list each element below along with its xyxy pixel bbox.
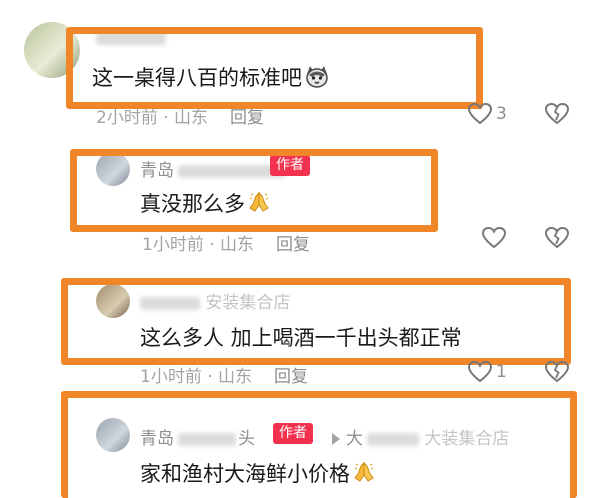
broken-heart-icon[interactable] — [544, 102, 570, 126]
reply-button[interactable]: 回复 — [230, 108, 264, 128]
like-count: 1 — [496, 362, 507, 382]
like-count: 3 — [496, 104, 507, 124]
broken-heart-icon[interactable] — [544, 360, 570, 384]
comment-meta: 1小时前 · 山东 回复 — [142, 235, 311, 255]
heart-outline-icon[interactable] — [467, 360, 493, 384]
highlight-frame — [61, 391, 577, 498]
reply-button[interactable]: 回复 — [274, 367, 308, 387]
comment-meta: 1小时前 · 山东 回复 — [140, 367, 309, 387]
highlight-frame — [61, 278, 571, 365]
highlight-frame — [66, 27, 483, 109]
broken-heart-icon[interactable] — [544, 226, 570, 250]
highlight-frame — [70, 149, 438, 232]
reply-button[interactable]: 回复 — [276, 235, 310, 255]
heart-outline-icon[interactable] — [467, 102, 493, 126]
comment-meta: 2小时前 · 山东 回复 — [96, 108, 265, 128]
heart-outline-icon[interactable] — [481, 226, 507, 250]
